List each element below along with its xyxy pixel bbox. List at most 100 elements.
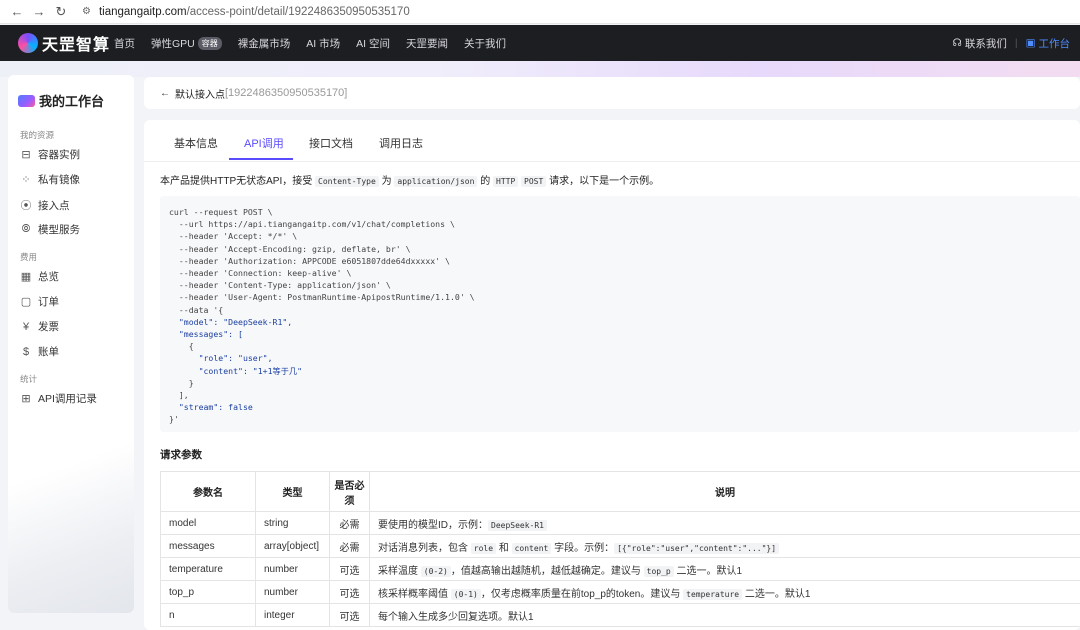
desc-text: 每个输入生成多少回复选项。默认1 xyxy=(378,611,534,623)
overview-icon: ▦ xyxy=(20,271,32,283)
inline-code: top_p xyxy=(643,565,674,577)
code-line: }' xyxy=(169,414,179,425)
params-title: 请求参数 xyxy=(160,449,202,461)
headset-icon: ☊ xyxy=(952,37,962,49)
url-path: /access-point/detail/1922486350950535170 xyxy=(186,5,410,18)
bill-icon: $ xyxy=(22,345,30,358)
nav-home[interactable]: 首页 xyxy=(114,36,135,51)
section-resources: 我的资源 xyxy=(20,130,55,140)
code-line: --url https://api.tiangangaitp.com/v1/ch… xyxy=(169,219,455,230)
contact-link[interactable]: ☊ 联系我们 xyxy=(953,36,1007,51)
inline-code: DeepSeek-R1 xyxy=(488,519,547,531)
sidebar-item-models[interactable]: ⦾ 模型服务 xyxy=(20,222,80,237)
intro-part: 的 xyxy=(477,176,493,187)
param-name: model xyxy=(160,511,256,535)
inline-code: application/json xyxy=(394,176,478,187)
param-desc: 核采样概率阈值 (0-1) ，仅考虑概率质量在前top_p的token。建议与 t… xyxy=(369,580,1080,604)
sidebar-item-containers[interactable]: ⊟ 容器实例 xyxy=(20,147,80,162)
back-arrow-icon[interactable]: ← xyxy=(6,4,28,19)
sidebar-item-overview[interactable]: ▦ 总览 xyxy=(20,269,59,284)
column-header-desc: 说明 xyxy=(369,471,1080,512)
browser-address-bar: ← → ↻ ⚙ tiangangaitp.com/access-point/de… xyxy=(0,0,1080,24)
desc-text: 要使用的模型ID，示例： xyxy=(378,519,488,531)
tab-bar: 基本信息 API调用 接口文档 调用日志 xyxy=(144,120,1080,162)
code-line: --header 'Authorization: APPCODE e605180… xyxy=(169,255,450,266)
code-line: } xyxy=(169,377,194,388)
column-header-required: 是否必须 xyxy=(329,471,370,512)
url-host: tiangangaitp.com xyxy=(98,5,187,18)
inline-code: [{"role":"user","content":"..."}] xyxy=(614,542,780,554)
code-example[interactable]: curl --request POST \ --url https://api.… xyxy=(160,196,1080,432)
desc-text: 采样温度 xyxy=(378,565,421,577)
tab-basic-info[interactable]: 基本信息 xyxy=(174,135,218,151)
access-point-name: 默认接入点 xyxy=(175,89,225,101)
main-content: 基本信息 API调用 接口文档 调用日志 本产品提供HTTP无状态API，接受 … xyxy=(144,120,1080,630)
site-settings-icon[interactable]: ⚙ xyxy=(82,6,91,17)
sidebar-item-label: 容器实例 xyxy=(38,149,80,161)
sidebar-item-orders[interactable]: ▢ 订单 xyxy=(20,294,59,309)
sidebar-item-images[interactable]: ⁘ 私有镜像 xyxy=(20,172,80,187)
desc-text: 和 xyxy=(496,542,512,554)
nav-ai-space[interactable]: AI 空间 xyxy=(356,36,390,51)
code-line: --header 'Content-Type: application/json… xyxy=(169,280,391,291)
sidebar-item-access-point[interactable]: ⦿ 接入点 xyxy=(20,197,70,213)
sidebar-item-label: 发票 xyxy=(38,321,59,333)
intro-text: 本产品提供HTTP无状态API，接受 Content-Type 为 applic… xyxy=(160,172,659,187)
code-line: --data '{ xyxy=(169,304,224,315)
desc-text: 二选一。默认1 xyxy=(673,565,743,577)
sidebar-item-label: 订单 xyxy=(38,296,59,308)
param-type: string xyxy=(255,511,330,535)
reload-icon[interactable]: ↻ xyxy=(50,4,72,20)
desc-text: 对话消息列表，包含 xyxy=(378,542,471,554)
param-desc: 每个输入生成多少回复选项。默认1 xyxy=(369,603,1080,627)
inline-code: (0-1) xyxy=(450,588,481,600)
access-point-icon: ⦿ xyxy=(20,200,32,212)
nav-bare-metal[interactable]: 裸金属市场 xyxy=(238,36,291,51)
nav-about[interactable]: 关于我们 xyxy=(464,36,506,51)
image-icon: ⁘ xyxy=(21,174,31,186)
nav-elastic-gpu[interactable]: 弹性GPU 容器 xyxy=(151,36,222,51)
code-line: "role": "user", xyxy=(169,353,273,364)
tab-call-logs[interactable]: 调用日志 xyxy=(379,135,423,151)
column-header-name: 参数名 xyxy=(160,471,256,512)
code-line: --header 'Accept-Encoding: gzip, deflate… xyxy=(169,243,411,254)
forward-arrow-icon[interactable]: → xyxy=(28,4,50,19)
table-row: top_p number 可选 核采样概率阈值 (0-1) ，仅考虑概率质量在前t… xyxy=(160,580,1080,604)
sidebar-item-label: 私有镜像 xyxy=(38,174,80,186)
param-type: integer xyxy=(255,603,330,627)
param-desc: 对话消息列表，包含 role 和 content 字段。示例： [{"role":… xyxy=(369,534,1080,558)
intro-part: 请求，以下是一个示例。 xyxy=(546,176,660,187)
table-row: n integer 可选 每个输入生成多少回复选项。默认1 xyxy=(160,603,1080,627)
tab-api-docs[interactable]: 接口文档 xyxy=(309,135,353,151)
nav-news[interactable]: 天罡要闻 xyxy=(406,36,448,51)
param-name: top_p xyxy=(160,580,256,604)
sidebar-item-bills[interactable]: $ 账单 xyxy=(20,344,59,359)
workbench-icon: ▣ xyxy=(1025,37,1036,49)
logo[interactable]: 天罡智算 xyxy=(18,31,110,55)
params-table: 参数名 类型 是否必须 说明 model string 必需 要使用的模型ID，… xyxy=(160,471,1080,627)
desc-text: 二选一。默认1 xyxy=(742,588,811,600)
code-line: curl --request POST \ xyxy=(169,207,273,217)
inline-code: HTTP xyxy=(493,176,519,187)
api-icon: ⊞ xyxy=(21,393,31,405)
code-line: --header 'Accept: */*' \ xyxy=(169,231,298,242)
param-required: 必需 xyxy=(329,511,370,535)
header-gradient-band xyxy=(0,61,1080,77)
tab-api-call[interactable]: API调用 xyxy=(244,135,284,151)
back-arrow-icon[interactable]: ← xyxy=(160,88,170,99)
sidebar: 我的工作台 我的资源 ⊟ 容器实例 ⁘ 私有镜像 ⦿ 接入点 ⦾ 模型服务 费用 ▦ 总览… xyxy=(8,75,134,613)
active-tab-indicator xyxy=(229,158,293,160)
url-field[interactable]: ⚙ tiangangaitp.com/access-point/detail/1… xyxy=(82,6,410,18)
param-name: n xyxy=(160,603,256,627)
param-required: 必需 xyxy=(329,534,370,558)
code-line: "model": "DeepSeek-R1", xyxy=(169,316,293,327)
logo-text: 天罡智算 xyxy=(42,37,111,54)
sidebar-item-invoices[interactable]: ¥ 发票 xyxy=(20,319,59,334)
sidebar-item-api-logs[interactable]: ⊞ API调用记录 xyxy=(20,391,97,406)
workbench-link[interactable]: ▣ 工作台 xyxy=(1026,36,1070,51)
nav-ai-market[interactable]: AI 市场 xyxy=(306,36,340,51)
sidebar-item-label: 接入点 xyxy=(38,199,70,212)
table-row: model string 必需 要使用的模型ID，示例： DeepSeek-R1 xyxy=(160,511,1080,535)
sidebar-item-label: 总览 xyxy=(38,271,59,283)
table-header-row: 参数名 类型 是否必须 说明 xyxy=(160,471,1080,512)
